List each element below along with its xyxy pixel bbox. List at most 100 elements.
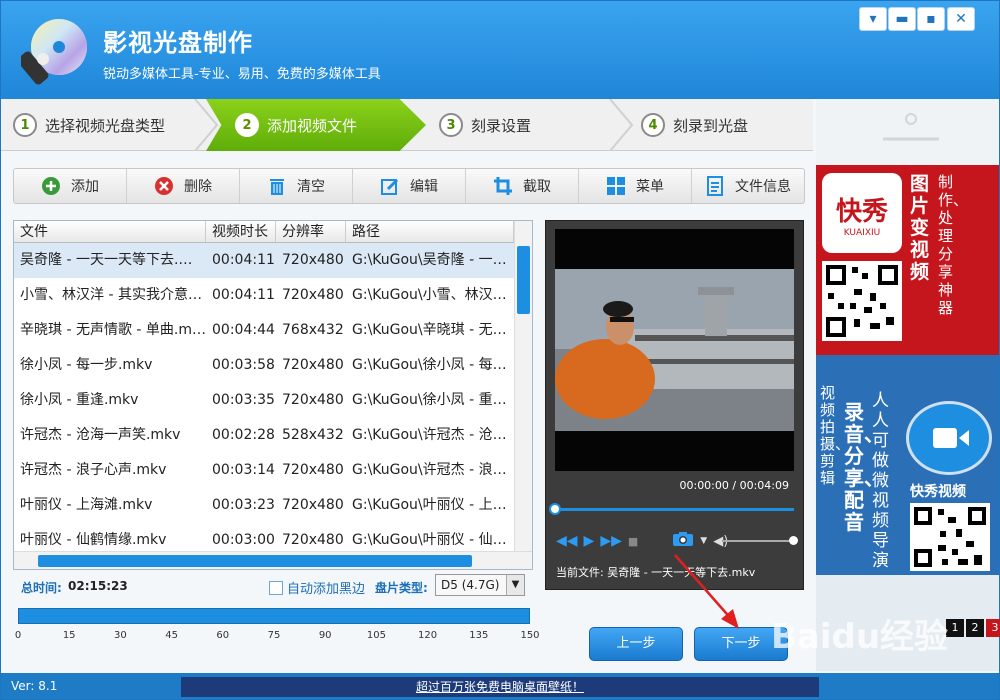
seek-handle[interactable] [549,503,561,515]
cell-resolution: 528x432 [282,427,344,443]
cell-duration: 00:03:00 [212,532,275,548]
step-3[interactable]: 3 刻录设置 [439,99,531,151]
fast-forward-icon[interactable]: ▶▶ [600,533,622,549]
disc-capacity-bar [18,608,530,624]
cell-resolution: 720x480 [282,287,344,303]
table-row[interactable]: 吴奇隆 - 一天一天等下去.mkv 00:04:11 720x480 G:\KuGou… [14,243,514,278]
minimize-icon[interactable]: ▬ [888,7,916,31]
rewind-icon[interactable]: ◀◀ [556,533,578,549]
red-annotation-arrow-icon [674,554,739,629]
crop-button[interactable]: 截取 [466,169,579,203]
video-screen [555,229,794,471]
footer-promo-link[interactable]: 超过百万张免费电脑桌面壁纸！ [181,677,819,697]
video-camera-icon [906,401,992,475]
step-1[interactable]: 1 选择视频光盘类型 [13,99,165,151]
capacity-tick-label: 15 [62,630,76,641]
file-info-button[interactable]: 文件信息 [692,169,804,203]
cell-duration: 00:03:23 [212,497,275,513]
ad-app-name: 快秀视频 [910,484,966,500]
status-bar: Ver: 8.1 超过百万张免费电脑桌面壁纸！ [1,673,999,699]
column-header-path[interactable]: 路径 [346,221,514,242]
capacity-tick-label: 105 [366,630,386,641]
cell-path: G:\KuGou\许冠杰 - 浪子心声.mkv [352,462,514,478]
ad-page-1[interactable]: 1 [946,619,964,637]
play-icon[interactable]: ▶ [584,533,595,549]
brand-badge: 快秀 KUAIXIU [822,173,902,253]
capacity-tick-label: 0 [14,630,22,641]
disc-type-value: D5 (4.7G) [441,578,500,592]
ad-slogan-4: 录音、分享、配音 [844,400,884,534]
delete-button[interactable]: 删除 [127,169,240,203]
horizontal-scrollbar[interactable] [14,551,532,569]
capacity-scale: 0 15 30 45 60 75 90 105 120 135 150 [14,624,540,644]
cell-file: 吴奇隆 - 一天一天等下去.mkv [20,252,206,268]
chevron-down-icon: ▼ [506,575,524,595]
scrollbar-thumb[interactable] [38,555,472,567]
maximize-icon[interactable]: ▪ [917,7,945,31]
ad-page-3[interactable]: 3 [986,619,1000,637]
checkbox-box[interactable] [269,580,283,595]
cell-file: 叶丽仪 - 上海滩.mkv [20,497,153,513]
add-button[interactable]: 添加 [14,169,127,203]
column-header-file[interactable]: 文件 [14,221,206,242]
table-row[interactable]: 叶丽仪 - 上海滩.mkv 00:03:23 720x480 G:\KuGou\叶丽仪… [14,488,514,523]
plus-circle-icon [41,176,61,196]
cell-file: 徐小凤 - 每一步.mkv [20,357,153,373]
table-row[interactable]: 叶丽仪 - 仙鹤情缘.mkv 00:03:00 720x480 G:\KuGou\叶丽… [14,523,514,551]
step-4[interactable]: 4 刻录到光盘 [641,99,748,151]
capacity-tick-label: 30 [114,630,127,641]
auto-black-border-checkbox[interactable]: 自动添加黑边 [269,578,365,597]
cell-duration: 00:03:58 [212,357,275,373]
seek-bar[interactable] [554,508,794,511]
cell-file: 许冠杰 - 沧海一声笑.mkv [20,427,181,443]
disc-type-select[interactable]: D5 (4.7G) ▼ [435,574,525,596]
step-wizard: 1 选择视频光盘类型 2 添加视频文件 3 刻录设置 4 刻录到光盘 [1,99,813,151]
ad-banner[interactable]: 快秀 KUAIXIU 图片变视频 制作、处理分享神器 视频拍摄、剪辑 录音、分享… [816,165,999,575]
table-row[interactable]: 辛晓琪 - 无声情歌 - 单曲.mkv 00:04:44 768x432 G:\KuG… [14,313,514,348]
ad-red-section: 快秀 KUAIXIU 图片变视频 制作、处理分享神器 [816,165,999,355]
step-divider-icon [609,99,634,151]
close-icon[interactable]: ✕ [947,7,975,31]
table-body: 吴奇隆 - 一天一天等下去.mkv 00:04:11 720x480 G:\KuGou… [14,243,514,551]
step-number: 4 [641,113,665,137]
edit-button[interactable]: 编辑 [353,169,466,203]
step-number: 2 [235,113,259,137]
cell-path: G:\KuGou\叶丽仪 - 仙鹤情缘.mkv [352,532,514,548]
previous-step-button[interactable]: 上一步 [589,627,683,661]
watermark: Baidu经验 [771,617,949,657]
table-row[interactable]: 小雪、林汉洋 - 其实我介意.mkv 00:04:11 720x480 G:\KuGo… [14,278,514,313]
ad-page-2[interactable]: 2 [966,619,984,637]
step-label: 选择视频光盘类型 [45,116,166,135]
qr-code-icon [910,503,990,571]
table-row[interactable]: 许冠杰 - 浪子心声.mkv 00:03:14 720x480 G:\KuGou\许冠… [14,453,514,488]
step-2[interactable]: 2 添加视频文件 [235,99,357,151]
ad-slogan-3: 视频拍摄、剪辑 [820,384,851,487]
column-header-duration[interactable]: 视频时长 [206,221,276,242]
stop-icon[interactable]: ■ [628,535,638,548]
menu-button[interactable]: 菜单 [579,169,692,203]
options-dropdown-icon[interactable]: ▾ [859,7,887,31]
snapshot-dropdown-icon[interactable]: ▼ [700,536,707,546]
cell-path: G:\KuGou\许冠杰 - 沧海一声笑.mkv [352,427,514,443]
camera-snapshot-icon[interactable] [672,531,694,551]
scrollbar-thumb[interactable] [517,246,530,314]
cell-path: G:\KuGou\辛晓琪 - 无声情歌.mkv [352,322,514,338]
column-header-resolution[interactable]: 分辨率 [276,221,346,242]
cell-file: 小雪、林汉洋 - 其实我介意.mkv [20,287,206,303]
volume-slider[interactable] [722,540,792,542]
table-row[interactable]: 许冠杰 - 沧海一声笑.mkv 00:02:28 528x432 G:\KuGou\许… [14,418,514,453]
user-placeholder-icon [883,113,939,141]
vertical-scrollbar[interactable] [514,221,532,551]
clear-button[interactable]: 清空 [240,169,353,203]
add-label: 添加 [71,179,99,195]
total-time-label: 总时间: [21,581,62,595]
table-row[interactable]: 徐小凤 - 重逢.mkv 00:03:35 720x480 G:\KuGou\徐小凤 … [14,383,514,418]
delete-label: 删除 [184,179,212,195]
cell-path: G:\KuGou\叶丽仪 - 上海滩.mkv [352,497,514,513]
step-label: 添加视频文件 [267,116,358,135]
video-frame-image [555,269,794,431]
ad-panel[interactable]: 快秀 KUAIXIU 图片变视频 制作、处理分享神器 视频拍摄、剪辑 录音、分享… [816,99,1000,671]
table-row[interactable]: 徐小凤 - 每一步.mkv 00:03:58 720x480 G:\KuGou\徐小凤… [14,348,514,383]
cell-path: G:\KuGou\小雪、林汉洋 - 其实我介意.mkv [352,287,514,303]
volume-handle[interactable] [789,536,798,545]
